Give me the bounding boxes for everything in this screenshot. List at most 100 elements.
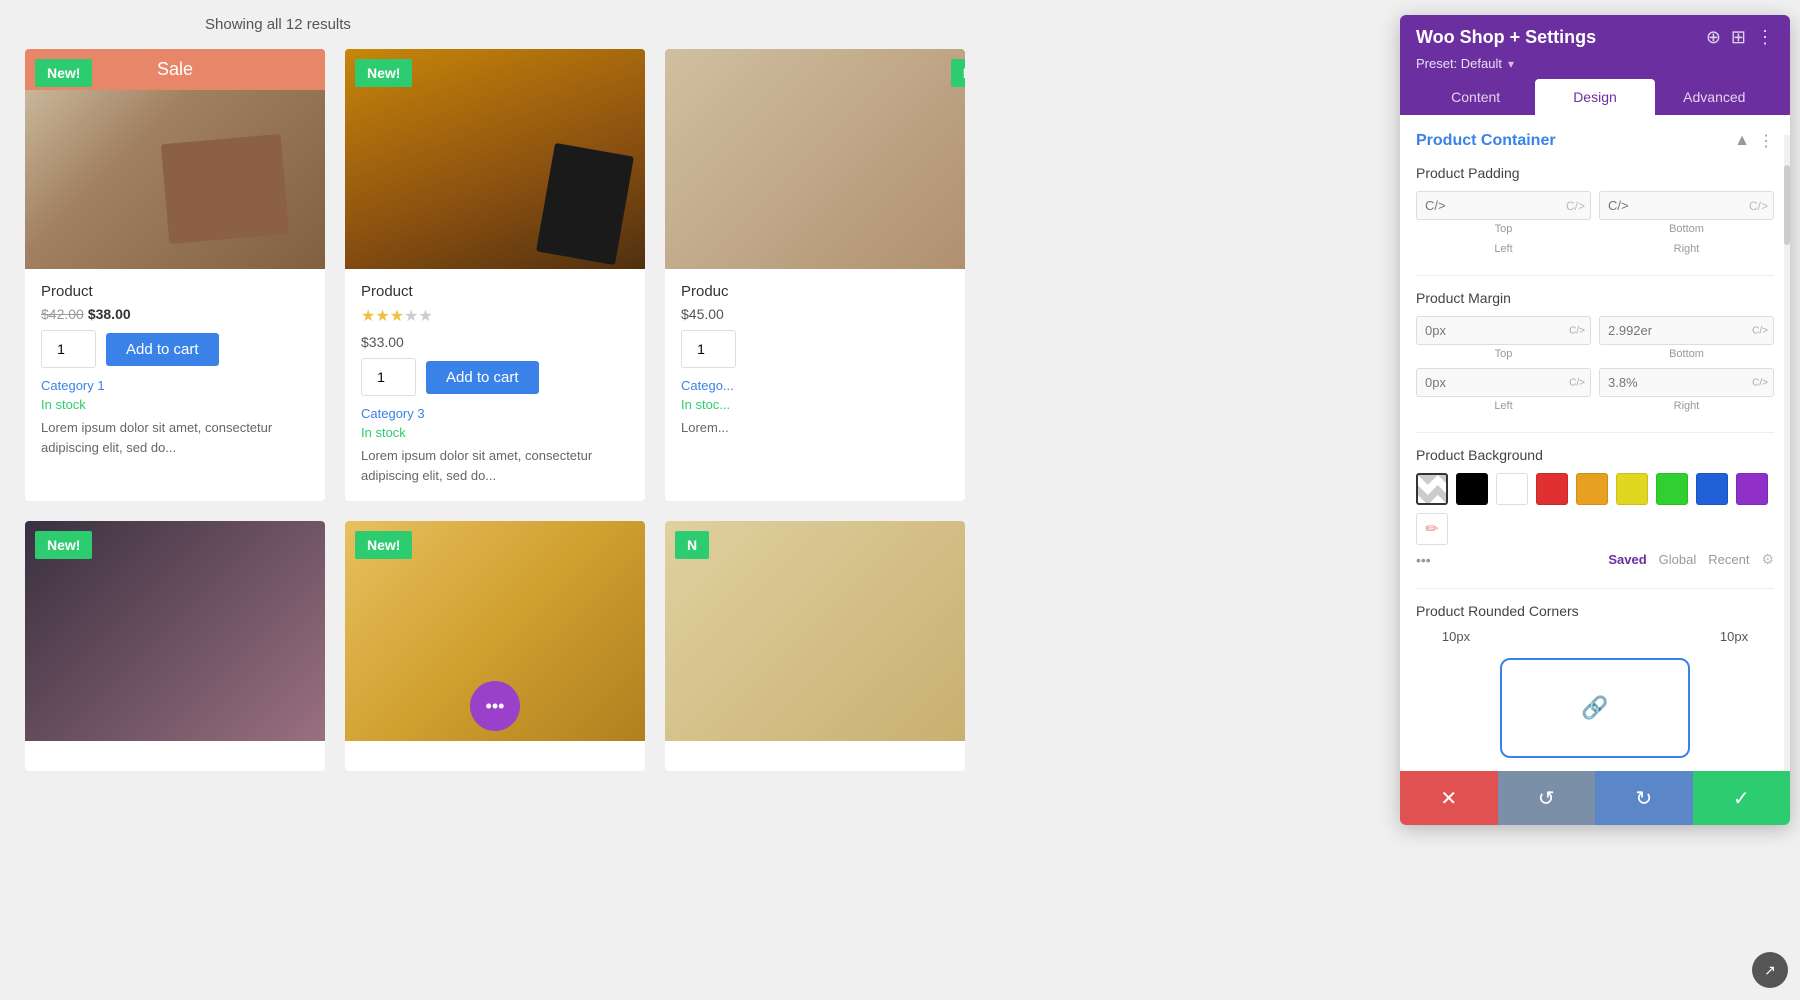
new-badge: New! xyxy=(355,59,412,87)
product-image-wrap: New! xyxy=(25,521,325,741)
tab-advanced[interactable]: Advanced xyxy=(1655,79,1774,115)
product-info: Produc $45.00 Catego... In stoc... Lorem… xyxy=(665,269,965,454)
color-swatch-red[interactable] xyxy=(1536,473,1568,505)
color-tab-recent[interactable]: Recent xyxy=(1708,552,1749,567)
cancel-button[interactable]: ✕ xyxy=(1400,771,1498,825)
margin-top-input[interactable] xyxy=(1416,316,1591,345)
redo-button[interactable]: ↻ xyxy=(1595,771,1693,825)
bottom-right-icon[interactable]: ↗ xyxy=(1752,952,1788,988)
panel-scrollbar[interactable] xyxy=(1784,135,1790,771)
section-more-button[interactable]: ⋮ xyxy=(1758,131,1774,151)
panel-tabs: Content Design Advanced xyxy=(1416,79,1774,115)
color-swatch-purple[interactable] xyxy=(1736,473,1768,505)
tab-design[interactable]: Design xyxy=(1535,79,1654,115)
margin-right-field: C/> Right xyxy=(1599,368,1774,412)
divider xyxy=(1416,275,1774,276)
product-card: New! xyxy=(25,521,325,771)
margin-bottom-field: C/> Bottom xyxy=(1599,316,1774,360)
padding-right-label: Right xyxy=(1599,243,1774,255)
product-info: Product $42.00$38.00 Add to cart Categor… xyxy=(25,269,325,473)
color-more-dots[interactable]: ••• xyxy=(1416,552,1431,568)
top-sublabel: Top xyxy=(1495,348,1513,360)
product-padding-group: Product Padding C/> Top C/> Bottom xyxy=(1416,165,1774,255)
margin-right-input[interactable] xyxy=(1599,368,1774,397)
cancel-icon: ✕ xyxy=(1440,786,1457,811)
color-swatches-row: ✏ xyxy=(1416,473,1774,545)
price-old: $42.00 xyxy=(41,306,84,322)
layout-icon[interactable]: ⊞ xyxy=(1731,27,1746,48)
add-to-cart-button[interactable]: Add to cart xyxy=(106,333,219,366)
undo-icon: ↺ xyxy=(1538,786,1555,811)
color-swatch-transparent[interactable] xyxy=(1416,473,1448,505)
product-card: New! Product ★★★★★ $33.00 Add to cart Ca… xyxy=(345,49,645,501)
color-settings-icon[interactable]: ⚙ xyxy=(1761,551,1774,568)
product-price: $45.00 xyxy=(681,306,949,322)
product-image-wrap: N xyxy=(665,521,965,741)
margin-bottom-input[interactable] xyxy=(1599,316,1774,345)
color-swatch-white[interactable] xyxy=(1496,473,1528,505)
product-margin-group: Product Margin C/> Top C/> Bottom xyxy=(1416,290,1774,412)
margin-top-wrap: C/> xyxy=(1416,316,1591,345)
panel-scrollbar-thumb[interactable] xyxy=(1784,165,1790,245)
new-badge: N xyxy=(951,59,965,87)
product-info: Product ★★★★★ $33.00 Add to cart Categor… xyxy=(345,269,645,501)
collapse-button[interactable]: ▲ xyxy=(1734,132,1750,150)
padding-top-input[interactable] xyxy=(1416,191,1591,220)
padding-left-label: Left xyxy=(1416,243,1591,255)
product-price: $42.00$38.00 xyxy=(41,306,309,322)
color-tab-saved[interactable]: Saved xyxy=(1608,552,1646,567)
save-button[interactable]: ✓ xyxy=(1693,771,1791,825)
quantity-input[interactable] xyxy=(41,330,96,368)
link-icon: C/> xyxy=(1752,377,1768,388)
bottom-sublabel: Bottom xyxy=(1669,348,1704,360)
corners-grid: 10px 10px 🔗 10px 10px xyxy=(1416,629,1774,787)
product-rounded-corners-group: Product Rounded Corners 10px 10px 🔗 10px… xyxy=(1416,603,1774,787)
color-swatch-black[interactable] xyxy=(1456,473,1488,505)
margin-fields: C/> Top C/> Bottom C/> Left xyxy=(1416,316,1774,412)
cart-row: Add to cart xyxy=(41,330,309,368)
color-tabs-row: ••• Saved Global Recent ⚙ xyxy=(1416,551,1774,568)
settings-panel: Woo Shop + Settings ⊕ ⊞ ⋮ Preset: Defaul… xyxy=(1400,15,1790,825)
color-swatch-green[interactable] xyxy=(1656,473,1688,505)
undo-button[interactable]: ↺ xyxy=(1498,771,1596,825)
redo-icon: ↻ xyxy=(1635,786,1652,811)
focus-icon[interactable]: ⊕ xyxy=(1706,27,1721,48)
quantity-input[interactable] xyxy=(361,358,416,396)
preset-arrow-icon[interactable]: ▾ xyxy=(1508,57,1514,71)
star-rating: ★★★★★ xyxy=(361,306,629,326)
color-swatch-blue[interactable] xyxy=(1696,473,1728,505)
padding-bottom-input[interactable] xyxy=(1599,191,1774,220)
right-sublabel: Right xyxy=(1674,400,1700,412)
product-info xyxy=(25,741,325,771)
product-card-partial: N xyxy=(665,521,965,771)
product-image-wrap: N xyxy=(665,49,965,269)
link-icon: C/> xyxy=(1566,199,1585,213)
product-name: Product xyxy=(361,283,629,300)
panel-title-row: Woo Shop + Settings ⊕ ⊞ ⋮ xyxy=(1416,27,1774,48)
padding-top-wrap: C/> xyxy=(1416,191,1591,220)
color-swatch-yellow[interactable] xyxy=(1616,473,1648,505)
color-tab-global[interactable]: Global xyxy=(1659,552,1697,567)
category-link[interactable]: Category 3 xyxy=(361,406,629,421)
padding-bottom-wrap: C/> xyxy=(1599,191,1774,220)
corner-link-box[interactable]: 🔗 xyxy=(1500,658,1690,758)
results-count: Showing all 12 results xyxy=(205,16,965,33)
tab-content[interactable]: Content xyxy=(1416,79,1535,115)
color-pencil-button[interactable]: ✏ xyxy=(1416,513,1448,545)
left-sublabel: Left xyxy=(1494,400,1512,412)
cart-row: Add to cart xyxy=(361,358,629,396)
more-icon[interactable]: ⋮ xyxy=(1756,27,1774,48)
product-description: Lorem... xyxy=(681,418,949,438)
add-to-cart-button[interactable]: Add to cart xyxy=(426,361,539,394)
margin-top-field: C/> Top xyxy=(1416,316,1591,360)
quantity-input[interactable] xyxy=(681,330,736,368)
color-swatch-orange[interactable] xyxy=(1576,473,1608,505)
section-actions: ▲ ⋮ xyxy=(1734,131,1774,151)
panel-icons: ⊕ ⊞ ⋮ xyxy=(1706,27,1774,48)
category-link[interactable]: Catego... xyxy=(681,378,949,393)
margin-left-input[interactable] xyxy=(1416,368,1591,397)
section-title: Product Container xyxy=(1416,132,1556,150)
category-link[interactable]: Category 1 xyxy=(41,378,309,393)
stock-status: In stoc... xyxy=(681,397,949,412)
margin-bottom-wrap: C/> xyxy=(1599,316,1774,345)
